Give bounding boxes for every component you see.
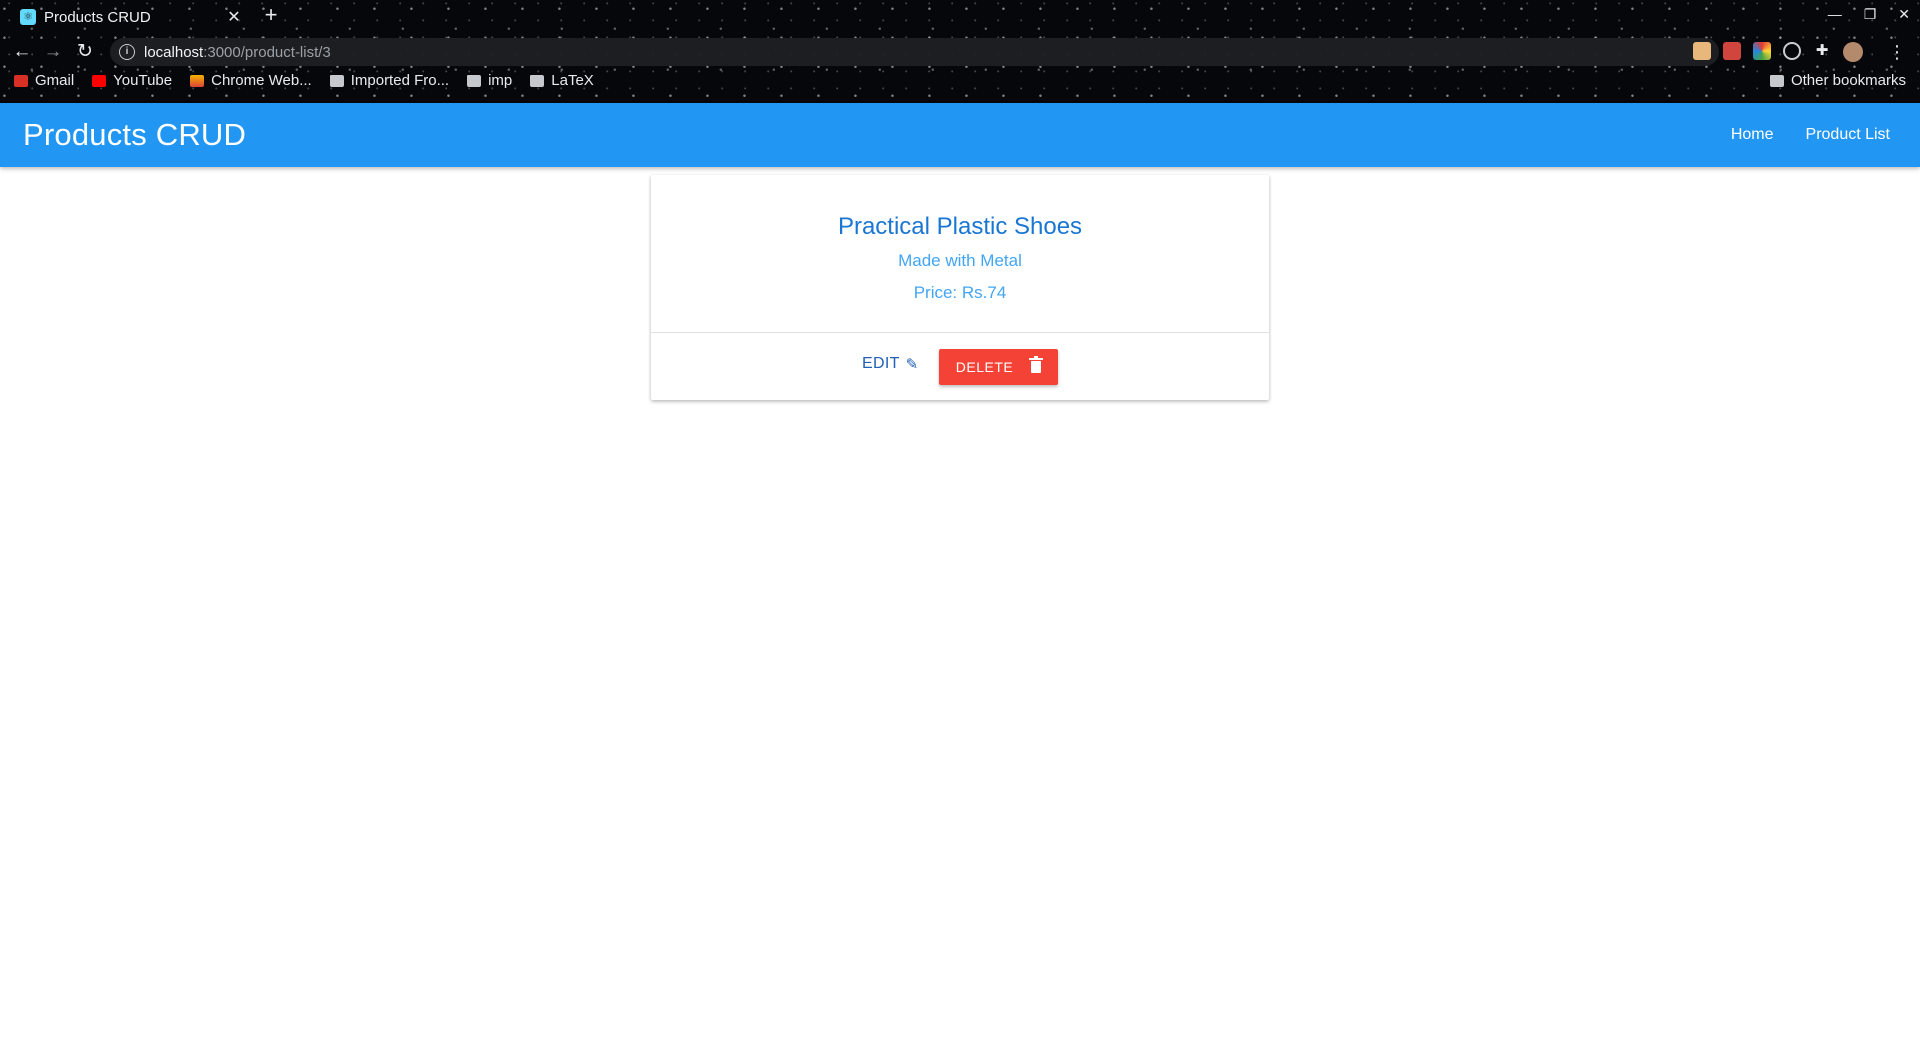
trash-icon [1029,356,1044,373]
close-window-icon[interactable]: ✕ [1898,6,1910,23]
url-path: :3000/product-list/3 [203,43,331,61]
folder-icon [530,74,545,87]
minimize-icon[interactable]: — [1828,6,1842,23]
youtube-icon [92,74,107,87]
app-bar: Products CRUD Home Product List [0,103,1920,167]
extension-icon[interactable] [1693,42,1711,60]
bookmark-folder-imported[interactable]: Imported Fro... [329,72,449,89]
folder-icon [467,74,482,87]
delete-label: DELETE [955,359,1014,375]
info-icon[interactable]: i [119,44,135,60]
browser-chrome: ⚛ Products CRUD ✕ + — ❐ ✕ ← → ↻ i localh… [0,0,1920,103]
extension-icon[interactable] [1723,42,1741,60]
extensions-bar: ✚ [1693,42,1863,62]
address-bar[interactable]: i localhost:3000/product-list/3 ☆ [110,38,1719,66]
product-card-content: Practical Plastic Shoes Made with Metal … [651,175,1269,333]
product-material: Made with Metal [898,251,1022,270]
bookmark-folder-imp[interactable]: imp [467,72,512,89]
browser-tab[interactable]: ⚛ Products CRUD ✕ [10,2,244,32]
url-host: localhost [144,43,204,61]
tab-title: Products CRUD [44,8,151,26]
bookmarks-bar: Gmail YouTube Chrome Web... Imported Fro… [14,72,594,89]
reload-button[interactable]: ↻ [73,40,97,64]
edit-label: EDIT [862,355,900,372]
folder-icon [1769,74,1784,87]
restore-icon[interactable]: ❐ [1864,6,1877,23]
target-extension-icon[interactable] [1783,42,1801,60]
product-name: Practical Plastic Shoes [837,213,1083,240]
other-bookmarks[interactable]: Other bookmarks [1769,72,1906,89]
app-nav: Home Product List [1731,126,1890,144]
window-controls: — ❐ ✕ [1828,6,1910,23]
nav-product-list-link[interactable]: Product List [1806,126,1890,144]
puzzle-icon[interactable]: ✚ [1813,42,1831,60]
edit-button[interactable]: EDIT ✎ [862,355,919,373]
product-card: Practical Plastic Shoes Made with Metal … [651,175,1269,400]
app-title[interactable]: Products CRUD [23,117,246,153]
react-icon: ⚛ [20,9,36,25]
color-extension-icon[interactable] [1753,42,1771,60]
new-tab-button[interactable]: + [260,4,282,26]
profile-avatar[interactable] [1843,42,1863,62]
folder-icon [329,74,344,87]
product-card-actions: EDIT ✎ DELETE [651,333,1269,400]
gmail-icon [14,74,28,87]
browser-menu-icon[interactable]: ⋮ [1888,40,1906,64]
close-icon[interactable]: ✕ [224,7,244,27]
nav-home-link[interactable]: Home [1731,126,1774,144]
forward-button[interactable]: → [41,40,65,64]
bookmark-gmail[interactable]: Gmail [14,72,74,89]
back-button[interactable]: ← [10,40,34,64]
bookmark-chrome-web-store[interactable]: Chrome Web... [190,72,312,89]
pencil-icon: ✎ [905,356,919,373]
chrome-web-store-icon [190,74,205,87]
delete-button[interactable]: DELETE [939,349,1058,385]
bookmark-folder-latex[interactable]: LaTeX [530,72,594,89]
product-price: Price: Rs.74 [913,283,1007,302]
bookmark-youtube[interactable]: YouTube [92,72,172,89]
